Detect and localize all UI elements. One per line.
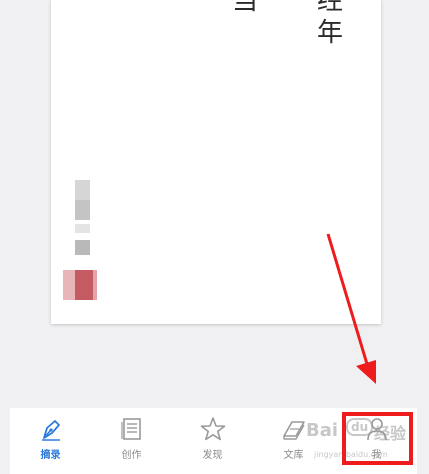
annotation-highlight-box bbox=[342, 412, 413, 465]
annotation-arrow-icon bbox=[326, 233, 376, 384]
tab-discover[interactable]: 发现 bbox=[172, 408, 253, 474]
tab-label: 创作 bbox=[121, 450, 142, 461]
pen-nib-icon bbox=[41, 420, 60, 441]
tab-create[interactable]: 创作 bbox=[91, 408, 172, 474]
tab-label: 发现 bbox=[202, 450, 223, 461]
star-icon bbox=[200, 417, 225, 441]
watermark-brand: Bai bbox=[306, 420, 339, 441]
tab-excerpt[interactable]: 摘录 bbox=[10, 408, 91, 474]
document-icon bbox=[120, 418, 141, 440]
tab-label: 摘录 bbox=[40, 450, 61, 461]
